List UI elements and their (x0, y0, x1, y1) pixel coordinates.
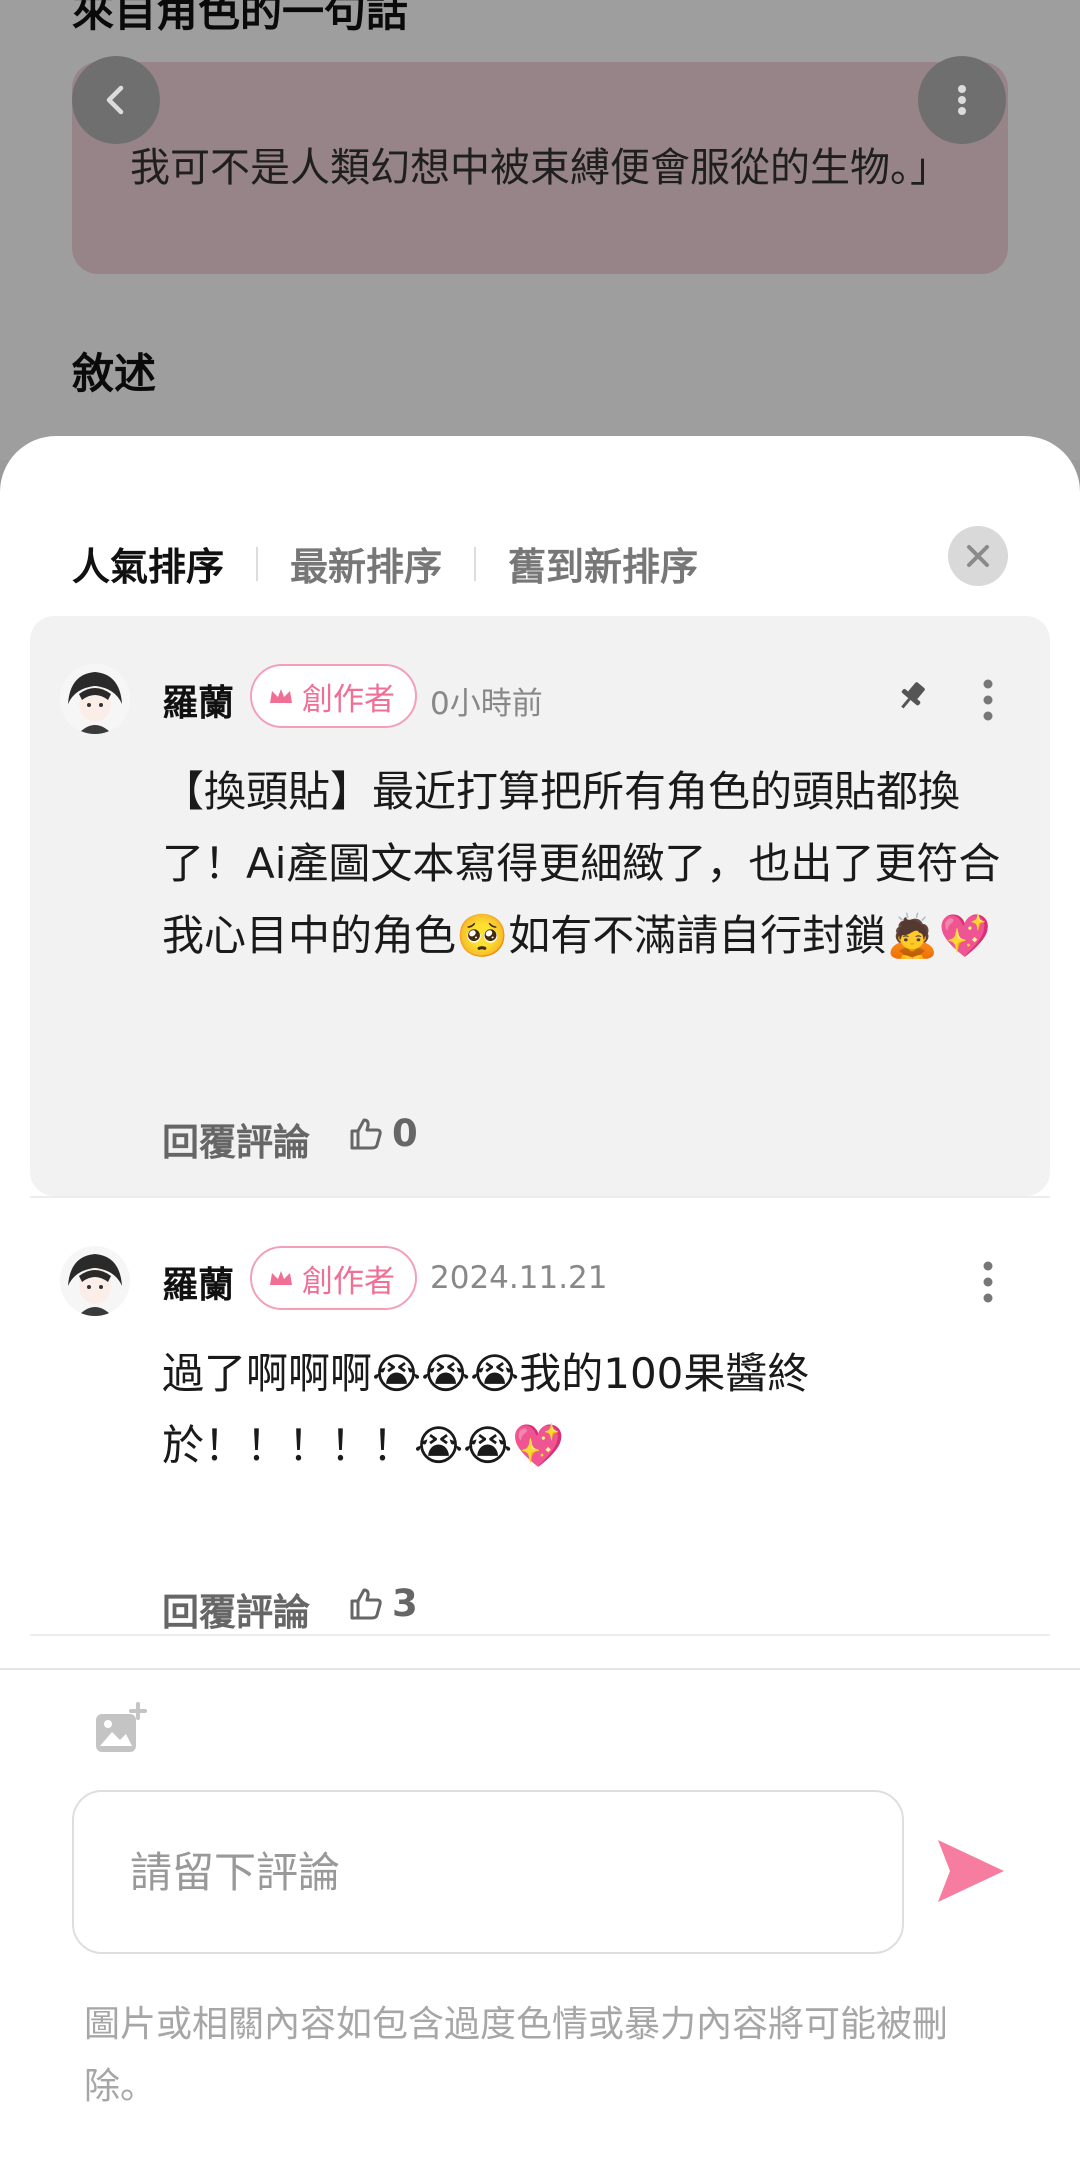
sort-tabs: 人氣排序 最新排序 舊到新排序 (72, 536, 698, 591)
comment-author[interactable]: 羅蘭 (162, 1256, 234, 1308)
thumbs-up-icon (350, 1118, 382, 1149)
chevron-left-icon (106, 85, 124, 115)
close-icon (967, 545, 989, 567)
comment-item: 羅蘭 創作者 2024.11.21 過了啊啊啊😭😭😭我的100果醬終 於！！！！… (30, 1198, 1050, 1634)
image-add-icon[interactable] (90, 1700, 150, 1760)
comment-body: 【換頭貼】最近打算把所有角色的頭貼都換了！Ai產圖文本寫得更細緻了，也出了更符合… (162, 767, 1001, 960)
reply-comment-button[interactable]: 回覆評論 (162, 1582, 310, 1636)
comment-more-icon[interactable] (966, 672, 1010, 728)
send-icon[interactable] (934, 1836, 1008, 1906)
close-sheet-button[interactable] (948, 526, 1008, 586)
avatar-image (60, 1246, 130, 1316)
tab-popular-sort[interactable]: 人氣排序 (72, 536, 224, 591)
comment-author[interactable]: 羅蘭 (162, 674, 234, 726)
tab-oldest-sort[interactable]: 舊到新排序 (508, 536, 698, 591)
comment-body: 過了啊啊啊😭😭😭我的100果醬終 於！！！！！😭😭💖 (162, 1349, 810, 1470)
tab-newest-sort[interactable]: 最新排序 (290, 536, 442, 591)
crown-icon (270, 689, 292, 703)
thumbs-up-icon (350, 1588, 382, 1619)
comment-time: 0小時前 (430, 686, 543, 722)
comment-input[interactable] (72, 1790, 904, 1954)
tab-divider (256, 546, 259, 581)
like-count: 3 (392, 1582, 418, 1625)
comment-divider (30, 1634, 1050, 1636)
comment-more-icon[interactable] (966, 1254, 1010, 1310)
modal-overlay[interactable] (0, 0, 1080, 460)
avatar[interactable] (60, 1246, 130, 1316)
comment-time: 2024.11.21 (430, 1260, 608, 1296)
more-vertical-icon (958, 85, 966, 115)
creator-badge-label: 創作者 (302, 1263, 395, 1300)
avatar-image (60, 664, 130, 734)
more-options-button[interactable] (918, 56, 1006, 144)
moderation-notice: 圖片或相關內容如包含過度色情或暴力內容將可能被刪除。 (84, 2004, 949, 2107)
creator-badge-label: 創作者 (302, 681, 395, 718)
tab-divider (474, 546, 477, 581)
crown-icon (270, 1271, 292, 1285)
like-button[interactable]: 0 (348, 1112, 418, 1155)
like-button[interactable]: 3 (348, 1582, 418, 1625)
creator-badge: 創作者 (250, 1246, 417, 1310)
composer-divider (0, 1668, 1080, 1670)
comment-item: 羅蘭 創作者 0小時前 【換頭貼】最近打算把所有角色的頭貼都換了！Ai產圖文本寫… (30, 616, 1050, 1196)
comments-sheet: 人氣排序 最新排序 舊到新排序 羅蘭 創作者 0小時前 【換頭貼】最近打算把所有… (0, 436, 1080, 2183)
back-button[interactable] (72, 56, 160, 144)
reply-comment-button[interactable]: 回覆評論 (162, 1112, 310, 1166)
pin-icon (901, 682, 925, 709)
like-count: 0 (392, 1112, 418, 1155)
avatar[interactable] (60, 664, 130, 734)
creator-badge: 創作者 (250, 664, 417, 728)
